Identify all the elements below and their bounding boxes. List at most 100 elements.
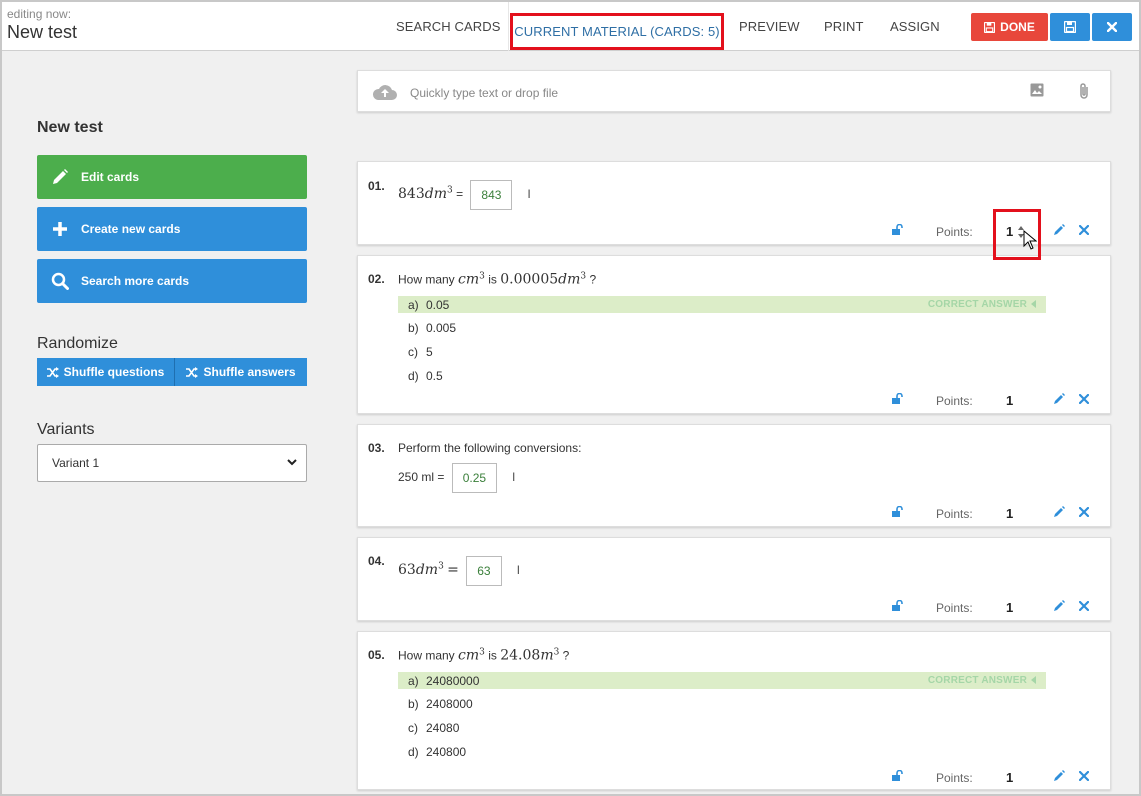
delete-icon[interactable] [1079,507,1089,517]
close-icon [1107,22,1117,32]
q-unit2: m [540,647,554,664]
unlock-icon[interactable] [891,770,903,782]
answer-field[interactable]: 0.25 [451,463,498,493]
delete-icon[interactable] [1079,601,1089,611]
points-value[interactable]: 1 [1006,600,1013,615]
search-cards-label: Search more cards [81,274,190,288]
unlock-icon[interactable] [891,224,903,236]
variant-selected: Variant 1 [52,456,100,470]
points-label: Points: [936,394,973,408]
question-pre: How many [398,272,459,287]
create-cards-label: Create new cards [81,222,181,236]
top-bar: editing now: New test SEARCH CARDS CURRE… [2,2,1139,51]
question-expression: 63dm3 = 63 l [398,556,520,586]
expr-unit: dm [424,186,447,203]
answer-field[interactable]: 63 [466,556,502,586]
answer-option[interactable]: b) 2408000 [398,695,1046,712]
question-number: 01. [368,179,385,193]
tab-preview[interactable]: PREVIEW [739,2,800,51]
question-card-04: 04. 63dm3 = 63 l Points: 1 [357,537,1111,621]
points-value[interactable]: 1 [1006,506,1013,521]
variants-label: Variants [37,421,95,438]
delete-icon[interactable] [1079,394,1089,404]
answer-option[interactable]: a) 24080000 CORRECT ANSWER [398,672,1046,689]
answer-option[interactable]: a) 0.05 CORRECT ANSWER [398,296,1046,313]
question-mid: is [484,648,501,663]
delete-icon[interactable] [1079,225,1089,235]
edit-cards-button[interactable]: Edit cards [37,155,307,199]
cloud-upload-icon [372,85,397,100]
expr-unit: dm [415,562,439,579]
correct-answer-badge: CORRECT ANSWER [928,299,1036,310]
quick-input-placeholder: Quickly type text or drop file [410,86,559,100]
answer-option[interactable]: c) 24080 [398,719,1046,736]
create-new-cards-button[interactable]: Create new cards [37,207,307,251]
save-icon [984,21,996,33]
pencil-icon[interactable] [1053,600,1065,612]
expr-equals: = [456,187,464,202]
option-letter: c) [408,344,418,359]
pencil-icon [53,169,68,184]
shuffle-answers-label: Shuffle answers [203,365,296,379]
sidebar-title: New test [37,119,103,136]
question-number: 04. [368,554,385,568]
tab-print[interactable]: PRINT [824,2,864,51]
question-number: 05. [368,648,385,662]
paperclip-icon[interactable] [1078,82,1090,100]
conversion-prefix: 250 ml = [398,470,445,485]
unlock-icon[interactable] [891,393,903,405]
pencil-icon[interactable] [1053,393,1065,405]
question-expression: 843dm3 = 843 l [398,180,530,210]
q-num2: 0.00005 [500,271,559,288]
close-button[interactable] [1092,13,1132,41]
pencil-icon[interactable] [1053,506,1065,518]
option-text: 2408000 [426,696,473,711]
chevron-down-icon [287,459,297,466]
shuffle-questions-button[interactable]: Shuffle questions [37,358,175,386]
test-name: New test [7,22,78,42]
question-number: 03. [368,441,385,455]
q-num2: 24.08 [500,647,541,664]
unlock-icon[interactable] [891,506,903,518]
q-unit1: cm [458,271,480,288]
option-text: 0.5 [426,368,443,383]
delete-icon[interactable] [1079,771,1089,781]
done-button[interactable]: DONE [971,13,1048,41]
option-text: 24080000 [426,673,480,688]
card-footer: Points: 1 [358,391,1112,411]
done-label: DONE [1000,20,1035,34]
option-letter: b) [408,696,419,711]
save-button[interactable] [1050,13,1090,41]
tab-search-cards[interactable]: SEARCH CARDS [396,2,501,51]
image-icon[interactable] [1030,83,1044,97]
app-window: editing now: New test SEARCH CARDS CURRE… [0,0,1141,796]
editing-label: editing now: [7,7,72,21]
answer-option[interactable]: d) 240800 [398,743,1046,760]
points-value[interactable]: 1 [1006,393,1013,408]
option-text: 0.05 [426,297,450,312]
answer-option[interactable]: c) 5 [398,343,1046,360]
option-text: 0.005 [426,320,457,335]
tab-assign[interactable]: ASSIGN [890,2,940,51]
quick-input-bar[interactable]: Quickly type text or drop file [357,70,1111,112]
question-pre: How many [398,648,459,663]
answer-option[interactable]: b) 0.005 [398,319,1046,336]
question-number: 02. [368,272,385,286]
points-label: Points: [936,507,973,521]
unlock-icon[interactable] [891,600,903,612]
answer-field[interactable]: 843 [470,180,513,210]
points-label: Points: [936,225,973,239]
tab-current-material[interactable]: CURRENT MATERIAL (CARDS: 5) [510,13,724,50]
points-value[interactable]: 1 [1006,770,1013,785]
shuffle-answers-button[interactable]: Shuffle answers [175,358,307,386]
pencil-icon[interactable] [1053,224,1065,236]
pencil-icon[interactable] [1053,770,1065,782]
search-more-cards-button[interactable]: Search more cards [37,259,307,303]
card-footer: Points: 1 [358,504,1112,524]
expr-exponent: 3 [446,185,453,196]
expr-value: 63 [398,562,416,579]
points-label: Points: [936,601,973,615]
option-letter: a) [408,673,419,688]
variant-select[interactable]: Variant 1 [37,444,307,482]
answer-option[interactable]: d) 0.5 [398,367,1046,384]
